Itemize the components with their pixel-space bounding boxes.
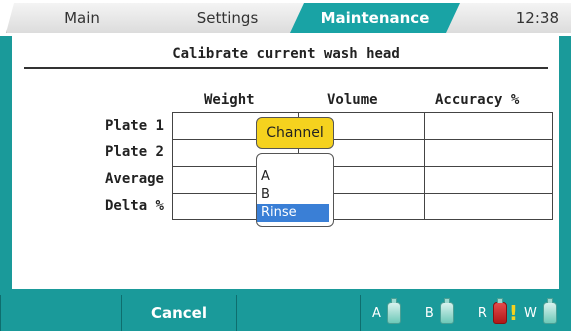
cancel-button[interactable]: Cancel xyxy=(121,295,237,331)
status-label-a: A xyxy=(372,305,381,321)
row-label-delta: Delta % xyxy=(104,198,164,214)
column-header-accuracy: Accuracy % xyxy=(435,92,520,108)
cancel-button-label: Cancel xyxy=(150,304,207,322)
status-label-b: B xyxy=(424,305,434,321)
column-header-volume: Volume xyxy=(327,92,378,108)
calibration-panel: Calibrate current wash head Weight Volum… xyxy=(10,36,561,291)
cell-average-accuracy xyxy=(424,166,553,194)
bottom-bar: Cancel A B R ! W xyxy=(0,295,571,331)
tab-maintenance[interactable]: Maintenance xyxy=(290,3,460,33)
tab-main[interactable]: Main xyxy=(6,3,157,33)
bottle-icon xyxy=(386,298,401,324)
tab-settings-label: Settings xyxy=(196,9,259,27)
channel-dropdown: A B Rinse xyxy=(256,153,334,227)
softkey-left[interactable] xyxy=(0,295,122,331)
calibration-table xyxy=(172,112,561,220)
bottle-icon xyxy=(542,298,557,324)
cell-plate2-accuracy[interactable] xyxy=(424,139,553,167)
softkey-right[interactable] xyxy=(236,295,361,331)
bottle-icon xyxy=(492,298,507,324)
column-header-weight: Weight xyxy=(204,92,255,108)
status-label-r: R xyxy=(477,305,487,321)
tab-main-label: Main xyxy=(64,9,100,27)
tab-maintenance-label: Maintenance xyxy=(320,9,430,27)
status-label-w: W xyxy=(524,305,537,321)
tab-bar: Main Settings 12:38 Maintenance xyxy=(0,0,571,36)
page-title: Calibrate current wash head xyxy=(24,46,548,69)
channel-button-label: Channel xyxy=(266,125,324,141)
channel-option-rinse[interactable]: Rinse xyxy=(257,204,329,222)
cell-delta-accuracy xyxy=(424,193,553,220)
channel-option-a[interactable]: A xyxy=(257,168,329,186)
row-label-plate-2: Plate 2 xyxy=(104,144,164,160)
bottle-status: A B R ! W xyxy=(366,295,571,331)
clock-time: 12:38 xyxy=(515,9,559,27)
row-label-plate-1: Plate 1 xyxy=(104,118,164,134)
bottle-icon xyxy=(439,298,454,324)
channel-option-b[interactable]: B xyxy=(257,186,329,204)
cell-plate1-accuracy[interactable] xyxy=(424,112,553,140)
warning-icon: ! xyxy=(508,301,518,325)
row-label-average: Average xyxy=(104,171,164,187)
channel-button[interactable]: Channel xyxy=(256,117,334,149)
